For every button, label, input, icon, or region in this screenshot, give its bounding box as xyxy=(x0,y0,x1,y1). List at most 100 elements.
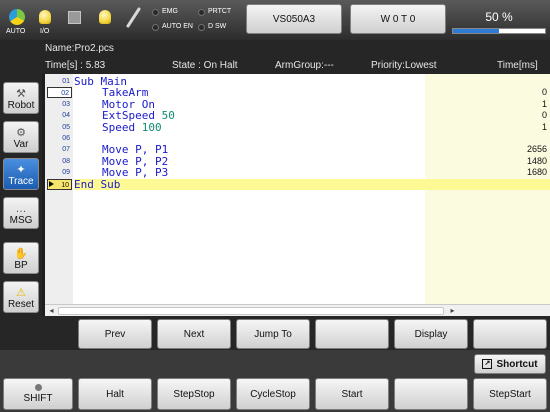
code-keyword: End Sub xyxy=(74,177,121,191)
prev-button[interactable]: Prev xyxy=(78,319,152,349)
line-exec-time xyxy=(487,133,547,144)
jump-to-button[interactable]: Jump To xyxy=(236,319,310,349)
side-rail: ⚒ Robot ⚙ Var ✦ Trace … MSG ✋ BP ⚠ Reset xyxy=(0,74,42,316)
program-state: State : On Halt xyxy=(172,60,238,71)
dsw-label: D SW xyxy=(208,23,227,30)
blank-key-1[interactable] xyxy=(315,319,389,349)
arm-group: ArmGroup:--- xyxy=(275,60,334,71)
code-line[interactable]: Motor On xyxy=(74,99,550,110)
code-line[interactable]: TakeArm xyxy=(74,87,550,98)
program-info-bar: Name:Pro2.pcs Time[s] : 5.83 State : On … xyxy=(0,40,550,74)
priority: Priority:Lowest xyxy=(371,60,437,71)
exec-key-row: SHIFT Halt StepStop CycleStop Start Step… xyxy=(0,350,550,412)
speed-text[interactable]: 50 % xyxy=(452,10,546,24)
code-line[interactable]: End Sub xyxy=(74,177,550,191)
line-exec-time: 0 xyxy=(541,87,547,98)
shortcut-button[interactable]: ↗ Shortcut xyxy=(474,354,546,374)
robot-model-button[interactable]: VS050A3 xyxy=(246,4,342,34)
shift-button[interactable]: SHIFT xyxy=(3,378,73,410)
halt-button[interactable]: Halt xyxy=(78,378,152,410)
io-bulb-icon[interactable] xyxy=(33,5,57,29)
auto-mode-icon[interactable] xyxy=(5,5,29,29)
emg-label: EMG xyxy=(162,8,178,15)
auto-en-label: AUTO EN xyxy=(162,23,193,30)
shortcut-arrow-icon: ↗ xyxy=(482,359,493,369)
sidebar-item-trace[interactable]: ✦ Trace xyxy=(3,158,39,190)
sidebar-item-reset[interactable]: ⚠ Reset xyxy=(3,281,39,313)
top-toolbar: AUTO I/O EMG PRTCT AUTO EN D SW VS050A3 … xyxy=(0,0,550,40)
step-stop-button[interactable]: StepStop xyxy=(157,378,231,410)
line-exec-time: 1480 xyxy=(526,155,547,166)
line-number[interactable]: 07 xyxy=(47,144,72,155)
io-label: I/O xyxy=(40,28,50,35)
auto-label: AUTO xyxy=(6,28,26,35)
code-line[interactable] xyxy=(74,133,550,144)
stop-square-icon[interactable] xyxy=(62,5,86,29)
line-number[interactable]: 05 xyxy=(47,122,72,133)
code-keyword: Speed xyxy=(102,120,136,134)
sidebar-item-label: BP xyxy=(14,260,28,271)
shift-led-icon xyxy=(34,384,42,391)
message-icon: … xyxy=(15,203,27,215)
scroll-left-icon[interactable]: ◂ xyxy=(46,306,57,316)
horizontal-scrollbar[interactable]: ◂ ▸ xyxy=(45,304,550,316)
line-number[interactable]: 02 xyxy=(47,87,72,99)
speed-bar[interactable] xyxy=(452,28,546,34)
line-exec-time: 2656 xyxy=(526,144,547,155)
scroll-right-icon[interactable]: ▸ xyxy=(447,306,458,316)
scroll-thumb[interactable] xyxy=(58,307,444,315)
line-number[interactable]: 04 xyxy=(47,110,72,121)
code-argument: 50 xyxy=(161,109,175,123)
line-number[interactable]: 08 xyxy=(47,156,72,167)
line-exec-time: 1 xyxy=(541,121,547,132)
current-line-arrow-icon xyxy=(49,180,54,187)
line-exec-time xyxy=(487,179,547,190)
line-exec-time: 1680 xyxy=(526,167,547,178)
program-time: Time[s] : 5.83 xyxy=(45,60,106,71)
code-line[interactable]: Move P, P2 xyxy=(74,156,550,167)
nav-key-row: Prev Next Jump To Display xyxy=(0,316,550,350)
auto-en-indicator xyxy=(152,24,159,31)
gear-icon: ⚙ xyxy=(16,127,26,139)
sidebar-item-msg[interactable]: … MSG xyxy=(3,197,39,229)
code-line[interactable]: ExtSpeed 50 xyxy=(74,110,550,121)
next-button[interactable]: Next xyxy=(157,319,231,349)
code-line[interactable]: Speed 100 xyxy=(74,122,550,133)
shortcut-label: Shortcut xyxy=(496,358,538,370)
wrench-icon[interactable] xyxy=(122,5,146,29)
display-button[interactable]: Display xyxy=(394,319,468,349)
sidebar-item-label: Reset xyxy=(7,299,35,310)
robot-arm-icon: ⚒ xyxy=(16,88,26,100)
line-exec-time: 1 xyxy=(541,98,547,109)
line-number[interactable]: 09 xyxy=(47,167,72,178)
line-exec-time xyxy=(487,76,547,87)
sidebar-item-label: MSG xyxy=(9,215,33,226)
sidebar-item-label: Var xyxy=(13,139,29,150)
shift-label: SHIFT xyxy=(23,393,53,404)
program-name: Name:Pro2.pcs xyxy=(45,43,114,54)
line-number[interactable]: 03 xyxy=(47,99,72,110)
code-line[interactable]: Sub Main xyxy=(74,76,550,87)
line-exec-time: 0 xyxy=(541,110,547,121)
code-line[interactable]: Move P, P1 xyxy=(74,144,550,155)
lamp-bulb-icon[interactable] xyxy=(93,5,117,29)
blank-key-2[interactable] xyxy=(473,319,547,349)
start-button[interactable]: Start xyxy=(315,378,389,410)
emg-indicator xyxy=(152,9,159,16)
cycle-stop-button[interactable]: CycleStop xyxy=(236,378,310,410)
sidebar-item-label: Trace xyxy=(8,176,34,187)
work-tool-button[interactable]: W 0 T 0 xyxy=(350,4,446,34)
sidebar-item-bp[interactable]: ✋ BP xyxy=(3,242,39,274)
speed-bar-fill xyxy=(453,29,499,33)
code-line[interactable]: Move P, P3 xyxy=(74,167,550,178)
blank-exec-key[interactable] xyxy=(394,378,468,410)
sidebar-item-var[interactable]: ⚙ Var xyxy=(3,121,39,153)
prtct-indicator xyxy=(198,9,205,16)
step-start-button[interactable]: StepStart xyxy=(473,378,547,410)
dsw-indicator xyxy=(198,24,205,31)
line-number[interactable]: 01 xyxy=(47,76,72,87)
sidebar-item-robot[interactable]: ⚒ Robot xyxy=(3,82,39,114)
program-editor[interactable]: 01 Sub Main 02 TakeArm 0 03 Motor On 1 04 ExtSpee… xyxy=(45,74,550,316)
time-column-header: Time[ms] xyxy=(497,60,538,71)
line-number[interactable]: 06 xyxy=(47,133,72,144)
